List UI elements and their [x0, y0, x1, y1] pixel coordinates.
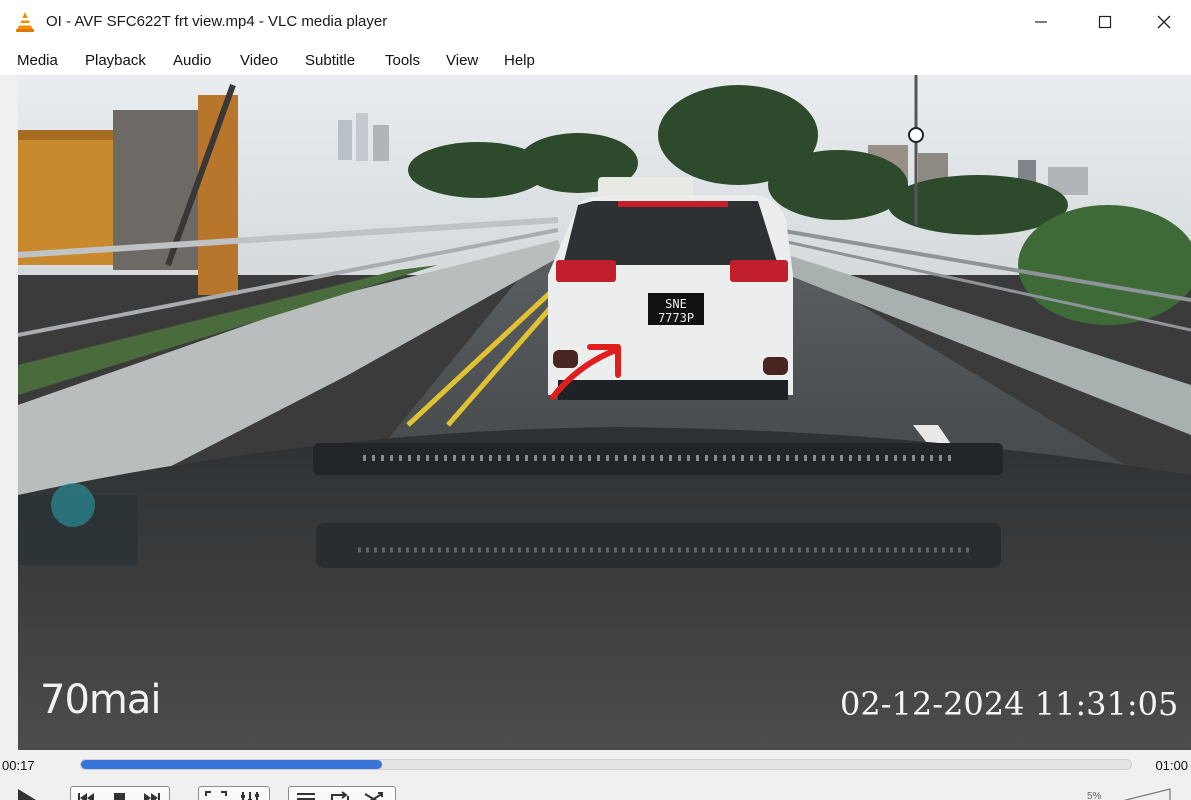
plate-line-2: 7773P	[658, 311, 694, 325]
minimize-icon	[1035, 21, 1047, 23]
menu-bar: Media Playback Audio Video Subtitle Tool…	[0, 44, 1191, 75]
extended-settings-icon[interactable]	[238, 790, 262, 800]
video-display[interactable]: SNE 7773P 70mai 02-12-2024 11:31:05	[18, 75, 1191, 750]
loop-icon[interactable]	[328, 790, 352, 800]
stop-icon[interactable]	[109, 791, 131, 800]
close-icon	[1157, 15, 1171, 29]
volume-slider[interactable]	[1120, 788, 1172, 800]
previous-icon[interactable]	[76, 791, 98, 800]
close-button[interactable]	[1137, 0, 1191, 44]
playlist-icon[interactable]	[294, 790, 318, 800]
window-title: OI - AVF SFC622T frt view.mp4 - VLC medi…	[46, 13, 388, 30]
menu-view[interactable]: View	[446, 52, 478, 69]
maximize-button[interactable]	[1073, 0, 1137, 44]
next-icon[interactable]	[141, 791, 163, 800]
maximize-icon	[1098, 15, 1112, 29]
video-timestamp: 02-12-2024 11:31:05	[840, 685, 1179, 723]
minimize-button[interactable]	[1009, 0, 1073, 44]
brand-watermark: 70mai	[40, 677, 161, 723]
defroster-vent	[316, 523, 1001, 568]
menu-video[interactable]: Video	[240, 52, 278, 69]
menu-help[interactable]: Help	[504, 52, 535, 69]
volume-percent: 5%	[1087, 791, 1102, 800]
menu-playback[interactable]: Playback	[85, 52, 146, 69]
menu-subtitle[interactable]: Subtitle	[305, 52, 355, 69]
menu-audio[interactable]: Audio	[173, 52, 211, 69]
seek-progress-fill	[81, 760, 383, 769]
menu-media[interactable]: Media	[17, 52, 58, 69]
seek-row: 00:17 01:00	[0, 750, 1191, 780]
plate-line-1: SNE	[665, 297, 687, 311]
dashcam-frame: SNE 7773P	[18, 75, 1191, 750]
menu-tools[interactable]: Tools	[385, 52, 420, 69]
defroster-reflection	[313, 443, 1003, 475]
play-icon[interactable]	[18, 789, 36, 800]
seek-bar[interactable]	[80, 759, 1132, 770]
total-time[interactable]: 01:00	[1155, 758, 1188, 773]
elapsed-time[interactable]: 00:17	[2, 758, 35, 773]
fullscreen-icon[interactable]	[204, 790, 228, 800]
vlc-cone-icon	[16, 12, 34, 32]
shuffle-icon[interactable]	[362, 790, 386, 800]
title-bar: OI - AVF SFC622T frt view.mp4 - VLC medi…	[0, 0, 1191, 44]
playback-controls: 5%	[0, 780, 1191, 800]
